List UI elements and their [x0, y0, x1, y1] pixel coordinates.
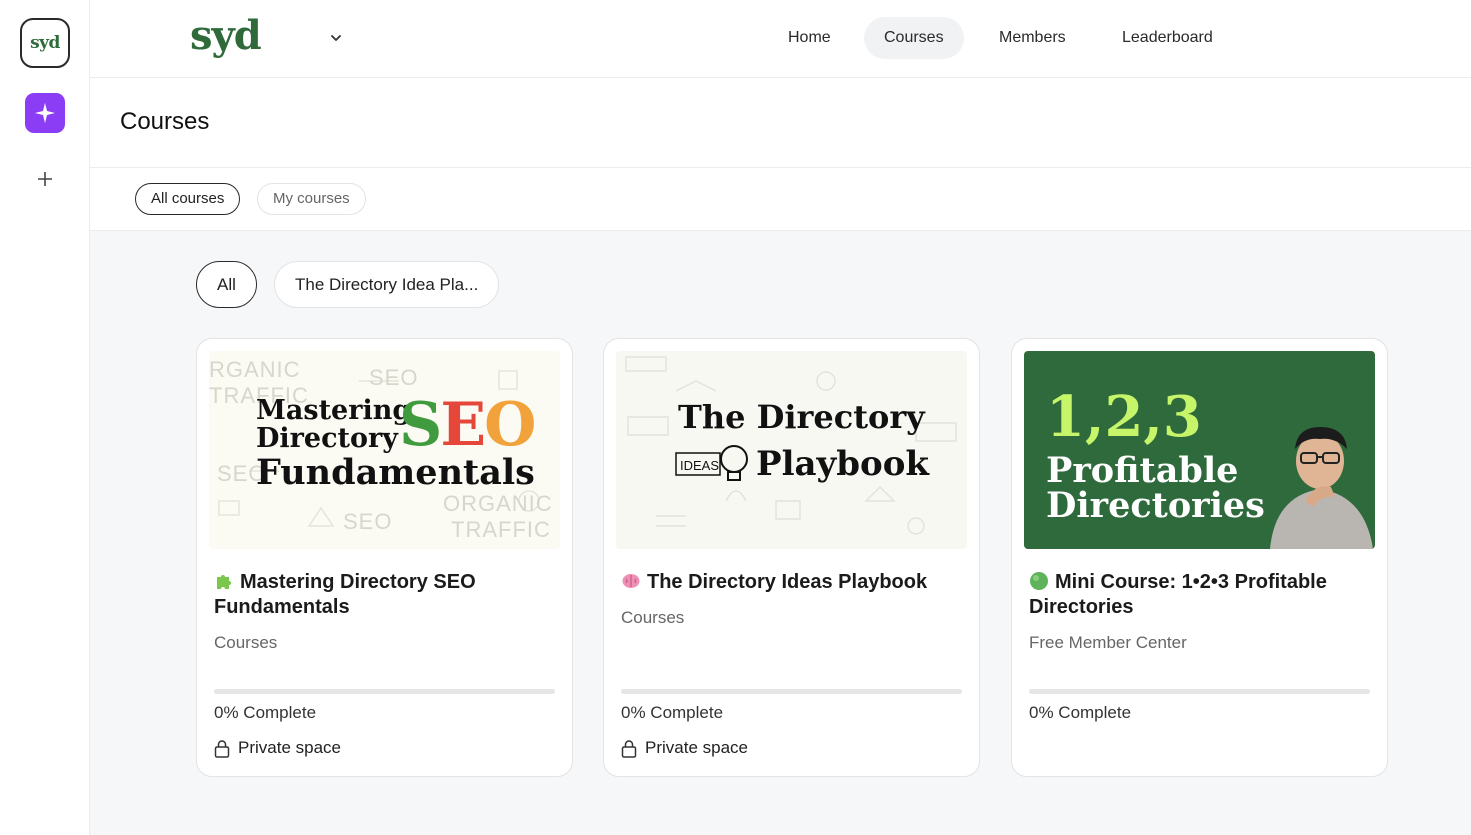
- lock-icon: [214, 739, 230, 758]
- left-rail: syd: [0, 0, 90, 835]
- privacy-label: Private space: [621, 738, 748, 758]
- thumb-line2: Directory: [256, 423, 398, 454]
- progress-bar: [1029, 689, 1370, 694]
- top-header: syd Home Courses Members Leaderboard: [90, 0, 1471, 78]
- progress-bar: [214, 689, 555, 694]
- thumb-line1: 1,2,3: [1046, 384, 1202, 450]
- privacy-label: Private space: [214, 738, 341, 758]
- brand-logo[interactable]: syd: [190, 12, 262, 60]
- community-logo-text: syd: [30, 33, 60, 53]
- course-title[interactable]: Mastering Directory SEO Fundamentals: [214, 570, 554, 620]
- thumb-line2: Profitable: [1046, 450, 1239, 491]
- thumb-seo-word: SEO: [399, 390, 536, 460]
- brain-icon: [622, 574, 640, 588]
- thumb-line3: Directories: [1046, 485, 1265, 526]
- nav-members[interactable]: Members: [979, 17, 1086, 59]
- chevron-down-icon[interactable]: [328, 30, 344, 46]
- page-title-row: Courses: [90, 78, 1471, 168]
- course-category: Free Member Center: [1029, 633, 1187, 652]
- progress-label: 0% Complete: [214, 703, 317, 722]
- community-logo-button[interactable]: syd: [20, 18, 70, 68]
- puzzle-icon: [217, 575, 231, 589]
- sparkle-icon: [34, 102, 56, 124]
- progress-bar: [621, 689, 962, 694]
- tab-all-courses[interactable]: All courses: [135, 183, 241, 215]
- course-category: Courses: [214, 633, 278, 652]
- ghost-text: SEO: [369, 365, 419, 390]
- thumb-line1: Mastering: [256, 395, 412, 426]
- progress-label: 0% Complete: [1029, 703, 1132, 722]
- lock-icon: [621, 739, 637, 758]
- tab-my-courses[interactable]: My courses: [257, 183, 366, 215]
- course-thumbnail: 1,2,3 Profitable Directories: [1024, 351, 1375, 549]
- plus-icon: [38, 172, 52, 186]
- courses-content: All The Directory Idea Pla... RGANIC TRA…: [90, 231, 1471, 835]
- thumb-line2: Playbook: [756, 444, 929, 484]
- course-thumbnail: The Directory IDEAS Playbook: [616, 351, 967, 549]
- nav-courses[interactable]: Courses: [864, 17, 964, 59]
- add-community-button[interactable]: [30, 164, 60, 194]
- nav-leaderboard[interactable]: Leaderboard: [1102, 17, 1233, 59]
- thumb-line1: The Directory: [678, 398, 925, 436]
- ghost-text: ORGANIC: [443, 491, 553, 516]
- svg-text:IDEAS: IDEAS: [680, 458, 719, 473]
- nav-home[interactable]: Home: [768, 17, 851, 59]
- ghost-text: SEO: [343, 509, 393, 534]
- thumb-line3: Fundamentals: [256, 452, 535, 493]
- instructor-photo: [1270, 427, 1373, 549]
- course-title[interactable]: The Directory Ideas Playbook: [621, 570, 961, 595]
- course-card-mini-course[interactable]: 1,2,3 Profitable Directories Mini Course…: [1011, 338, 1388, 777]
- ai-assistant-button[interactable]: [25, 93, 65, 133]
- course-thumbnail: RGANIC TRAFFIC SEO SEO SEO ORGANIC TRAFF…: [209, 351, 560, 549]
- course-category: Courses: [621, 608, 685, 627]
- ideas-bulb-icon: IDEAS: [675, 445, 748, 481]
- page-title: Courses: [120, 108, 210, 135]
- ghost-text: RGANIC: [209, 357, 301, 382]
- course-card-ideas-playbook[interactable]: The Directory IDEAS Playbook The Directo…: [603, 338, 980, 777]
- ghost-text: TRAFFIC: [451, 517, 551, 542]
- course-card-seo[interactable]: RGANIC TRAFFIC SEO SEO SEO ORGANIC TRAFF…: [196, 338, 573, 777]
- course-filter-tabs: All courses My courses: [90, 168, 1471, 231]
- progress-label: 0% Complete: [621, 703, 724, 722]
- chip-all[interactable]: All: [196, 261, 257, 308]
- chip-directory-idea-playbook[interactable]: The Directory Idea Pla...: [274, 261, 500, 308]
- course-title[interactable]: Mini Course: 1•2•3 Profitable Directorie…: [1029, 570, 1369, 620]
- green-circle-icon: [1030, 572, 1048, 590]
